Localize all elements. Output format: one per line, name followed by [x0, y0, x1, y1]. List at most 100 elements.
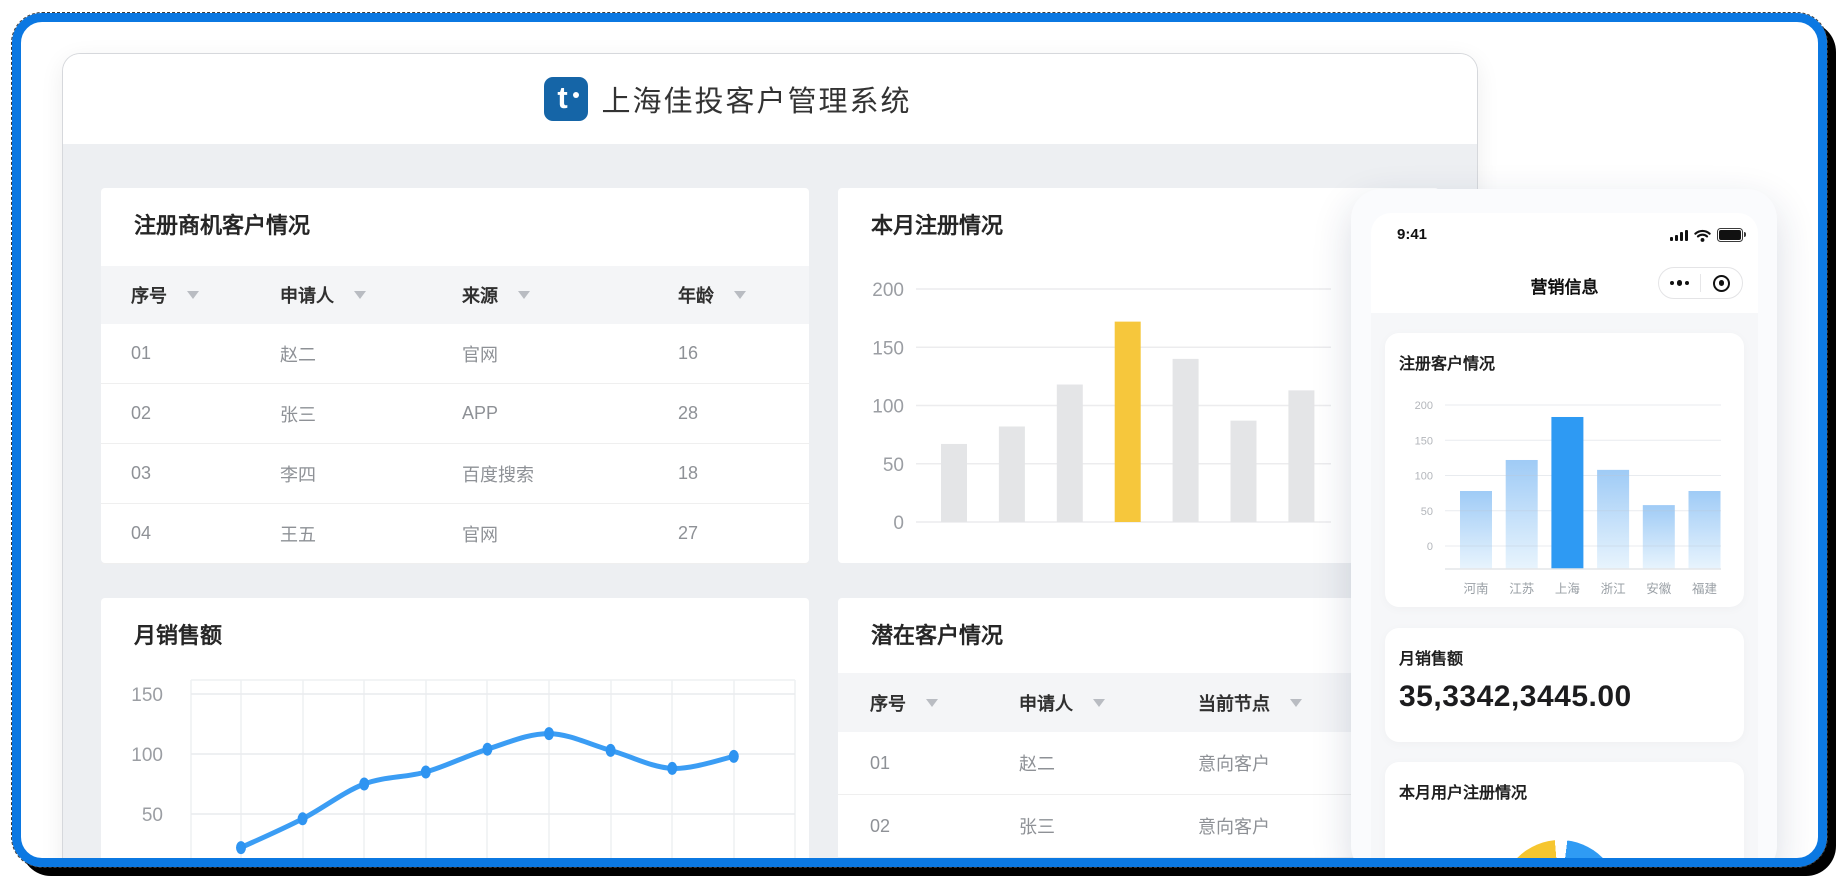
- panel-register-business-table: 注册商机客户情况 序号申请人来源年龄01赵二官网1602张三APP2803李四百…: [101, 188, 809, 563]
- pie-chart: [1500, 840, 1620, 876]
- svg-text:福建: 福建: [1692, 581, 1718, 596]
- svg-text:0: 0: [893, 513, 904, 534]
- potential-table: 序号申请人当前节点01赵二意向客户02张三意向客户: [838, 673, 1439, 858]
- column-label: 申请人: [1019, 690, 1073, 716]
- column-label: 序号: [870, 690, 906, 716]
- table-cell: 官网: [462, 521, 678, 547]
- status-time: 9:41: [1397, 226, 1427, 243]
- phone-card-register-chart: 注册客户情况 0 50 100 150 200 河南 江苏 上海 浙江 安徽 福建: [1385, 333, 1744, 607]
- svg-text:50: 50: [1421, 506, 1433, 518]
- phone-content: 注册客户情况 0 50 100 150 200 河南 江苏 上海 浙江 安徽 福建 月销售额 35,…: [1371, 313, 1758, 876]
- table-cell: 02: [870, 816, 1019, 837]
- table-cell: 02: [131, 403, 280, 424]
- panel-title: 月销售额: [134, 618, 222, 650]
- phone-card-month-user-register: 本月用户注册情况: [1385, 762, 1744, 876]
- sort-icon[interactable]: [354, 291, 366, 299]
- table-cell: 张三: [1019, 813, 1198, 839]
- table-row: 02张三APP28: [101, 384, 809, 444]
- panel-title: 本月注册情况: [871, 208, 1003, 240]
- table-cell: 18: [678, 463, 779, 484]
- table-row: 01赵二官网16: [101, 324, 809, 384]
- signal-icon: [1670, 230, 1688, 241]
- svg-text:100: 100: [1415, 471, 1433, 483]
- table-cell: 官网: [462, 341, 678, 367]
- panel-month-register-chart: 本月注册情况 0 50 100 150 200: [838, 188, 1439, 563]
- menu-dots-icon[interactable]: [1659, 280, 1700, 286]
- column-label: 年龄: [678, 282, 714, 308]
- sort-icon[interactable]: [1093, 699, 1105, 707]
- table-cell: 04: [131, 523, 280, 544]
- app-logo-icon: t: [544, 77, 588, 121]
- dashboard-body: 注册商机客户情况 序号申请人来源年龄01赵二官网1602张三APP2803李四百…: [63, 144, 1477, 876]
- svg-text:100: 100: [131, 745, 163, 766]
- table-cell: 01: [131, 343, 280, 364]
- page-title: 上海佳投客户管理系统: [601, 78, 911, 120]
- table-cell: 李四: [280, 461, 462, 487]
- svg-text:安徽: 安徽: [1646, 581, 1672, 596]
- panel-potential-table: 潜在客户情况 序号申请人当前节点01赵二意向客户02张三意向客户: [838, 598, 1439, 876]
- miniprogram-capsule: [1658, 267, 1743, 299]
- table-cell: 27: [678, 523, 779, 544]
- column-header: 序号: [131, 282, 280, 308]
- sort-icon[interactable]: [187, 291, 199, 299]
- monthly-sales-value: 35,3342,3445.00: [1399, 680, 1632, 714]
- panel-title: 潜在客户情况: [871, 618, 1003, 650]
- table-row: 01赵二意向客户: [838, 732, 1439, 795]
- status-icons: [1670, 228, 1743, 242]
- svg-text:100: 100: [872, 397, 904, 418]
- svg-text:0: 0: [1427, 541, 1433, 553]
- monthly-sales-line-chart: 50100150: [101, 658, 809, 876]
- phone-card-monthly-sales: 月销售额 35,3342,3445.00: [1385, 628, 1744, 742]
- table-cell: 赵二: [1019, 750, 1198, 776]
- svg-text:150: 150: [872, 338, 904, 359]
- month-register-bar-chart: 0 50 100 150 200: [838, 268, 1439, 563]
- panel-monthly-sales-chart: 月销售额 50100150: [101, 598, 809, 876]
- browser-window: t 上海佳投客户管理系统 注册商机客户情况 序号申请人来源年龄01赵二官网160…: [62, 53, 1478, 876]
- table-header-row: 序号申请人 来源年龄: [101, 266, 809, 324]
- sort-icon[interactable]: [1290, 699, 1302, 707]
- app-header: t 上海佳投客户管理系统: [63, 54, 1477, 145]
- svg-text:浙江: 浙江: [1601, 581, 1626, 596]
- table-cell: 张三: [280, 401, 462, 427]
- sort-icon[interactable]: [518, 291, 530, 299]
- svg-text:江苏: 江苏: [1509, 581, 1534, 596]
- svg-text:河南: 河南: [1463, 581, 1488, 596]
- column-header: 申请人: [280, 282, 462, 308]
- phone-screen: 9:41 营销信息: [1371, 213, 1758, 876]
- column-header: 序号: [870, 690, 1019, 716]
- svg-text:50: 50: [883, 455, 904, 476]
- phone-navbar: 营销信息: [1371, 257, 1758, 313]
- logo-dot: [573, 92, 579, 98]
- phone-mockup: 9:41 营销信息: [1351, 189, 1777, 876]
- svg-text:200: 200: [1415, 400, 1433, 412]
- column-label: 申请人: [280, 282, 334, 308]
- table-cell: 赵二: [280, 341, 462, 367]
- column-header: 来源: [462, 282, 678, 308]
- phone-card-title: 注册客户情况: [1399, 350, 1495, 374]
- register-table: 序号申请人来源年龄01赵二官网1602张三APP2803李四百度搜索1804王五…: [101, 266, 809, 564]
- svg-text:150: 150: [1415, 435, 1433, 447]
- sort-icon[interactable]: [734, 291, 746, 299]
- svg-text:50: 50: [142, 805, 163, 826]
- svg-text:上海: 上海: [1555, 581, 1581, 596]
- table-cell: 王五: [280, 521, 462, 547]
- table-cell: APP: [462, 403, 678, 424]
- phone-card-title: 月销售额: [1399, 645, 1463, 669]
- table-cell: 28: [678, 403, 779, 424]
- table-cell: 16: [678, 343, 779, 364]
- phone-register-bar-chart: 0 50 100 150 200 河南 江苏 上海 浙江 安徽 福建: [1385, 383, 1744, 608]
- wifi-icon: [1694, 229, 1711, 242]
- phone-statusbar: 9:41: [1371, 213, 1758, 257]
- close-target-icon[interactable]: [1701, 275, 1742, 292]
- phone-card-title: 本月用户注册情况: [1399, 779, 1527, 803]
- svg-text:200: 200: [872, 280, 904, 301]
- panel-title: 注册商机客户情况: [134, 208, 310, 240]
- screenshot-stage: t 上海佳投客户管理系统 注册商机客户情况 序号申请人来源年龄01赵二官网160…: [0, 0, 1836, 876]
- table-row: 04王五官网27: [101, 504, 809, 564]
- column-header: 申请人: [1019, 690, 1198, 716]
- sort-icon[interactable]: [926, 699, 938, 707]
- battery-icon: [1717, 228, 1743, 242]
- table-header-row: 序号申请人当前节点: [838, 673, 1439, 732]
- table-row: 03李四百度搜索18: [101, 444, 809, 504]
- logo-letter: t: [557, 82, 567, 113]
